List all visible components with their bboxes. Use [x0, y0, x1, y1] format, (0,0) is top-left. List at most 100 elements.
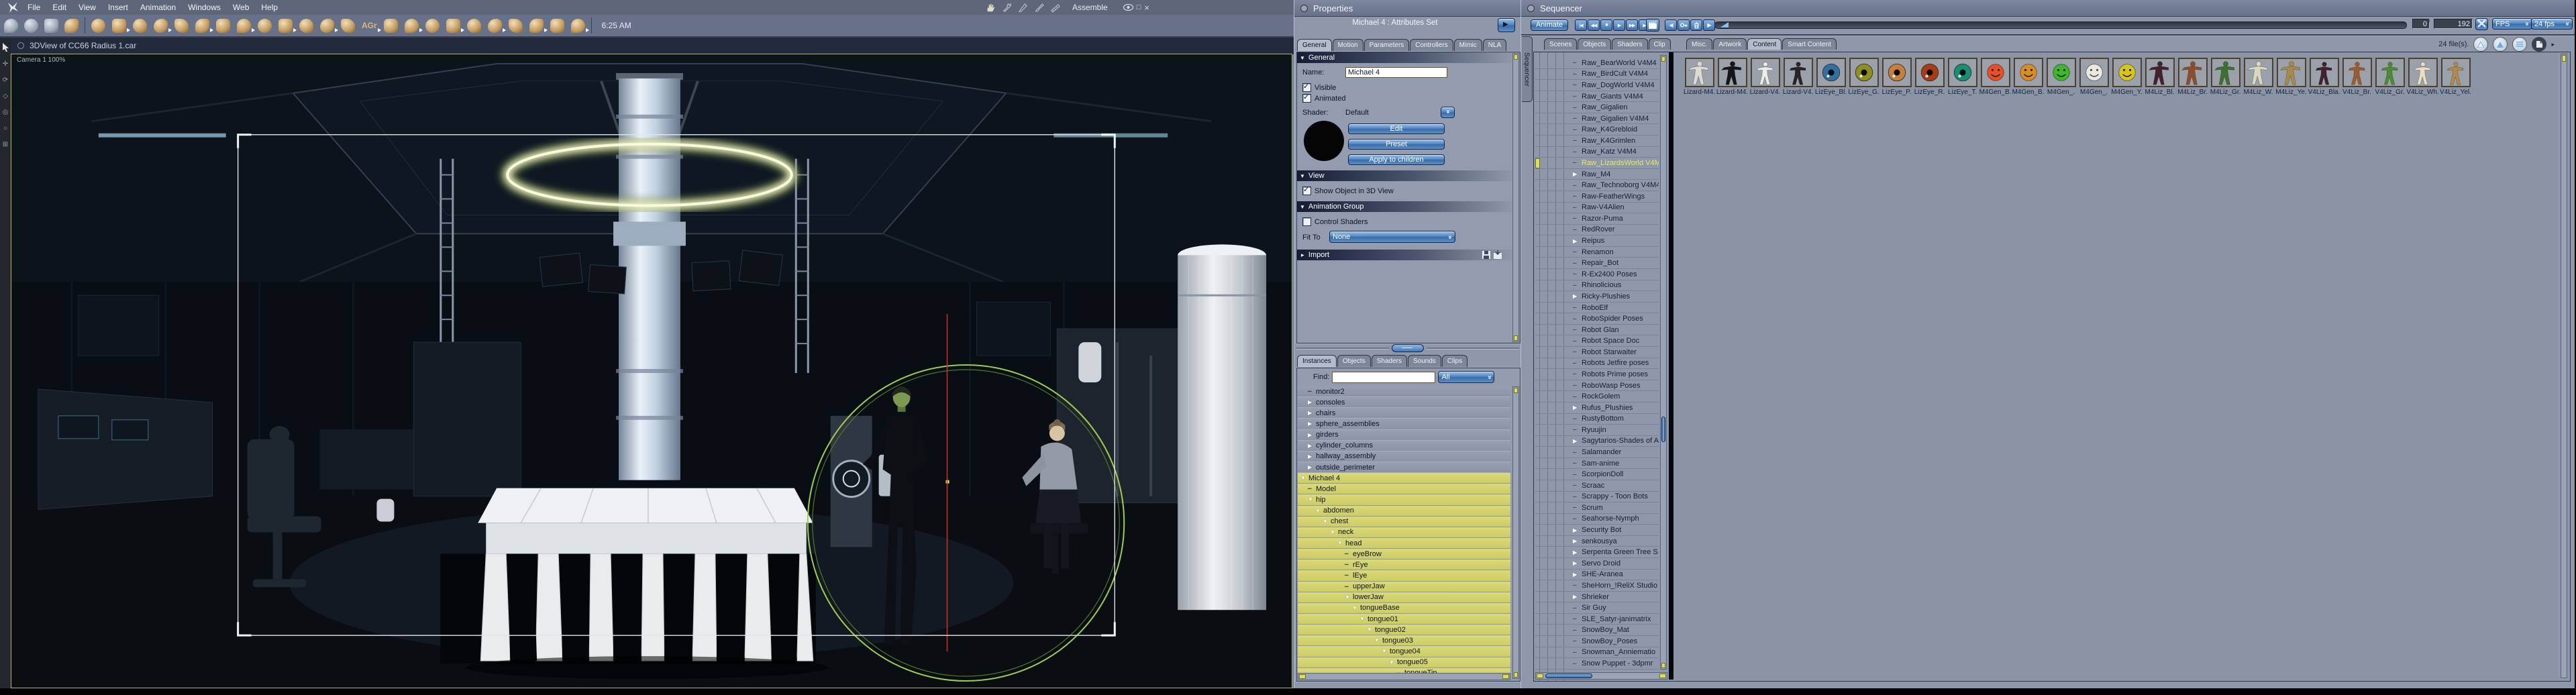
- tree-toggle-icon[interactable]: ▶: [1308, 464, 1316, 470]
- content-list-item[interactable]: ▶ Sagytarios-Shades of A: [1535, 436, 1659, 447]
- properties-tab-mimic[interactable]: Mimic: [1453, 39, 1482, 52]
- tree-toggle-icon[interactable]: ▶: [1573, 405, 1582, 411]
- tree-toggle-icon[interactable]: ▼: [1367, 627, 1375, 633]
- content-list-item[interactable]: – Raw_LizardsWorld V4M4: [1535, 158, 1659, 169]
- thumbnail-image[interactable]: [1750, 58, 1780, 87]
- content-list-item[interactable]: – Raw_DogWorld V4M4: [1535, 80, 1659, 91]
- scene-tree-item[interactable]: ▼ tongue03: [1298, 635, 1510, 647]
- camera-label[interactable]: Camera 1 100%: [17, 56, 65, 64]
- thumbnail-image[interactable]: [2243, 58, 2273, 87]
- content-list-item[interactable]: – Snow Puppet - 3dpmr: [1535, 658, 1659, 670]
- tree-hscrollbar[interactable]: [1298, 673, 1510, 680]
- animation-group-section-header[interactable]: ▼ Animation Group: [1297, 201, 1512, 212]
- content-thumbnail[interactable]: Lizard-M4.: [1683, 58, 1716, 96]
- content-thumbnail[interactable]: Lizard-V4.: [1782, 58, 1814, 96]
- content-list-item[interactable]: – Scrum: [1535, 502, 1659, 514]
- find-input[interactable]: [1332, 371, 1436, 383]
- scene-tree-item[interactable]: ▼ tongue02: [1298, 625, 1510, 636]
- shader-preview[interactable]: [1304, 121, 1344, 161]
- menu-item-help[interactable]: Help: [255, 3, 284, 12]
- content-list-item[interactable]: – Raw_Katz V4M4: [1535, 147, 1659, 158]
- content-thumbnail[interactable]: V4Liz_Yel.: [2439, 58, 2472, 96]
- scene-tree-item[interactable]: – Model: [1298, 484, 1510, 495]
- scene-tree-item[interactable]: ▼ hip: [1298, 494, 1510, 506]
- transport-fast-forward-button[interactable]: ▶▶: [1626, 19, 1638, 31]
- insert-object-icon[interactable]: [278, 18, 297, 33]
- viewport-3d[interactable]: Camera 1 100%: [11, 54, 1292, 688]
- select-arrow-icon[interactable]: [2, 43, 9, 52]
- content-list-item[interactable]: ▶ Shrieker: [1535, 592, 1659, 603]
- content-list-item[interactable]: – Renamon: [1535, 247, 1659, 258]
- tree-toggle-icon[interactable]: ▶: [1573, 594, 1582, 600]
- transport-play-button[interactable]: ▶: [1613, 19, 1625, 31]
- scene-tree-item[interactable]: ▶ consoles: [1298, 397, 1510, 409]
- content-list-item[interactable]: – R-Ex2400 Poses: [1535, 269, 1659, 280]
- delete-key-button[interactable]: [1690, 19, 1702, 31]
- insert-object-icon[interactable]: [425, 18, 440, 33]
- menu-item-web[interactable]: Web: [227, 3, 255, 12]
- content-list-item[interactable]: – SheHorn_!ReliX Studio: [1535, 580, 1659, 592]
- content-list-item[interactable]: ▶ SHE-Aranea: [1535, 570, 1659, 581]
- general-scrollbar[interactable]: [1512, 53, 1519, 342]
- insert-object-icon[interactable]: [112, 18, 130, 33]
- thumbnail-image[interactable]: [2112, 58, 2142, 87]
- preset-button[interactable]: Preset: [1348, 139, 1445, 150]
- content-list-item[interactable]: – RockGolem: [1535, 391, 1659, 403]
- scene-tree-item[interactable]: ▼ chest: [1298, 516, 1510, 527]
- content-list-item[interactable]: – Raw_BirdCult V4M4: [1535, 69, 1659, 81]
- thumbnail-image[interactable]: [2375, 58, 2405, 87]
- timeline-slider[interactable]: [1714, 21, 2407, 29]
- scene-tree-item[interactable]: ▼ Michael 4: [1298, 473, 1510, 484]
- content-list-item[interactable]: ▶ Raw_M4: [1535, 169, 1659, 180]
- browser-tab-instances[interactable]: Instances: [1297, 355, 1337, 368]
- content-thumbnail[interactable]: M4Liz_Bl.: [2143, 58, 2176, 96]
- browser-tab-clips[interactable]: Clips: [1441, 355, 1468, 368]
- content-thumbnail[interactable]: M4Liz_Ye.: [2275, 58, 2308, 96]
- content-thumbnail[interactable]: M4Liz_Gr.: [2209, 58, 2242, 96]
- thumbnail-image[interactable]: [2408, 58, 2438, 87]
- previous-key-button[interactable]: ◀: [1665, 19, 1677, 31]
- selection-tool-icon[interactable]: [4, 18, 18, 33]
- thumbnail-image[interactable]: [2210, 58, 2240, 87]
- content-list-item[interactable]: ▶ Ricky-Plushies: [1535, 291, 1659, 303]
- tree-toggle-icon[interactable]: ▶: [1573, 438, 1582, 444]
- content-list-item[interactable]: – SnowBoy_Poses: [1535, 636, 1659, 647]
- tree-toggle-icon[interactable]: ▶: [1573, 549, 1582, 555]
- sequencer-tab-misc-[interactable]: Misc.: [1686, 38, 1713, 50]
- insert-object-icon[interactable]: AGr: [362, 19, 381, 33]
- scene-tree-item[interactable]: ▶ cylinder_columns: [1298, 440, 1510, 451]
- content-thumbnail[interactable]: LizEye_T.: [1946, 58, 1979, 96]
- browser-tab-sounds[interactable]: Sounds: [1407, 355, 1441, 368]
- content-list-item[interactable]: – Robots Prime poses: [1535, 369, 1659, 380]
- insert-object-icon[interactable]: [404, 18, 423, 33]
- content-list-item[interactable]: – Robots Jetfire poses: [1535, 358, 1659, 370]
- content-list-item[interactable]: ▶ senkousya: [1535, 536, 1659, 547]
- tree-toggle-icon[interactable]: ▼: [1374, 637, 1382, 643]
- content-list-item[interactable]: – Razor-Puma: [1535, 213, 1659, 225]
- insert-object-icon[interactable]: [258, 18, 272, 33]
- thumbnail-image[interactable]: [1783, 58, 1813, 87]
- move-tool-icon[interactable]: ✛: [3, 60, 8, 68]
- tree-toggle-icon[interactable]: ▼: [1330, 529, 1338, 535]
- content-list-item[interactable]: ▶ Reipus: [1535, 235, 1659, 247]
- add-key-button[interactable]: [1678, 19, 1690, 31]
- content-list-item[interactable]: – SLE_Satyr-janimatrix: [1535, 614, 1659, 625]
- thumbnail-image[interactable]: [1684, 58, 1714, 87]
- content-list-item[interactable]: – Raw_BearWorld V4M4: [1535, 58, 1659, 69]
- total-frames-field[interactable]: [2434, 19, 2473, 29]
- tree-toggle-icon[interactable]: ▶: [1573, 560, 1582, 566]
- content-thumbnail[interactable]: M4Gen_.: [2077, 58, 2110, 96]
- document-titlebar[interactable]: 3DView of CC66 Radius 1.car: [11, 38, 1294, 54]
- content-list-item[interactable]: – RoboSpider Poses: [1535, 313, 1659, 325]
- scene-tree-item[interactable]: – eyeBrow: [1298, 549, 1510, 560]
- content-thumbnail[interactable]: V4Liz_Wh.: [2406, 58, 2439, 96]
- windowshade-icon[interactable]: [1300, 4, 1308, 12]
- content-list-item[interactable]: – Rhinolicious: [1535, 280, 1659, 292]
- thumbnail-image[interactable]: [2440, 58, 2471, 87]
- scene-tree-item[interactable]: ▼ tongue05: [1298, 657, 1510, 668]
- properties-tab-controllers[interactable]: Controllers: [1410, 39, 1453, 52]
- content-thumbnail[interactable]: M4Gen_B.: [1979, 58, 2012, 96]
- sequencer-titlebar[interactable]: Sequencer: [1521, 0, 2575, 17]
- tree-toggle-icon[interactable]: ▶: [1308, 399, 1316, 405]
- menu-item-windows[interactable]: Windows: [182, 3, 227, 12]
